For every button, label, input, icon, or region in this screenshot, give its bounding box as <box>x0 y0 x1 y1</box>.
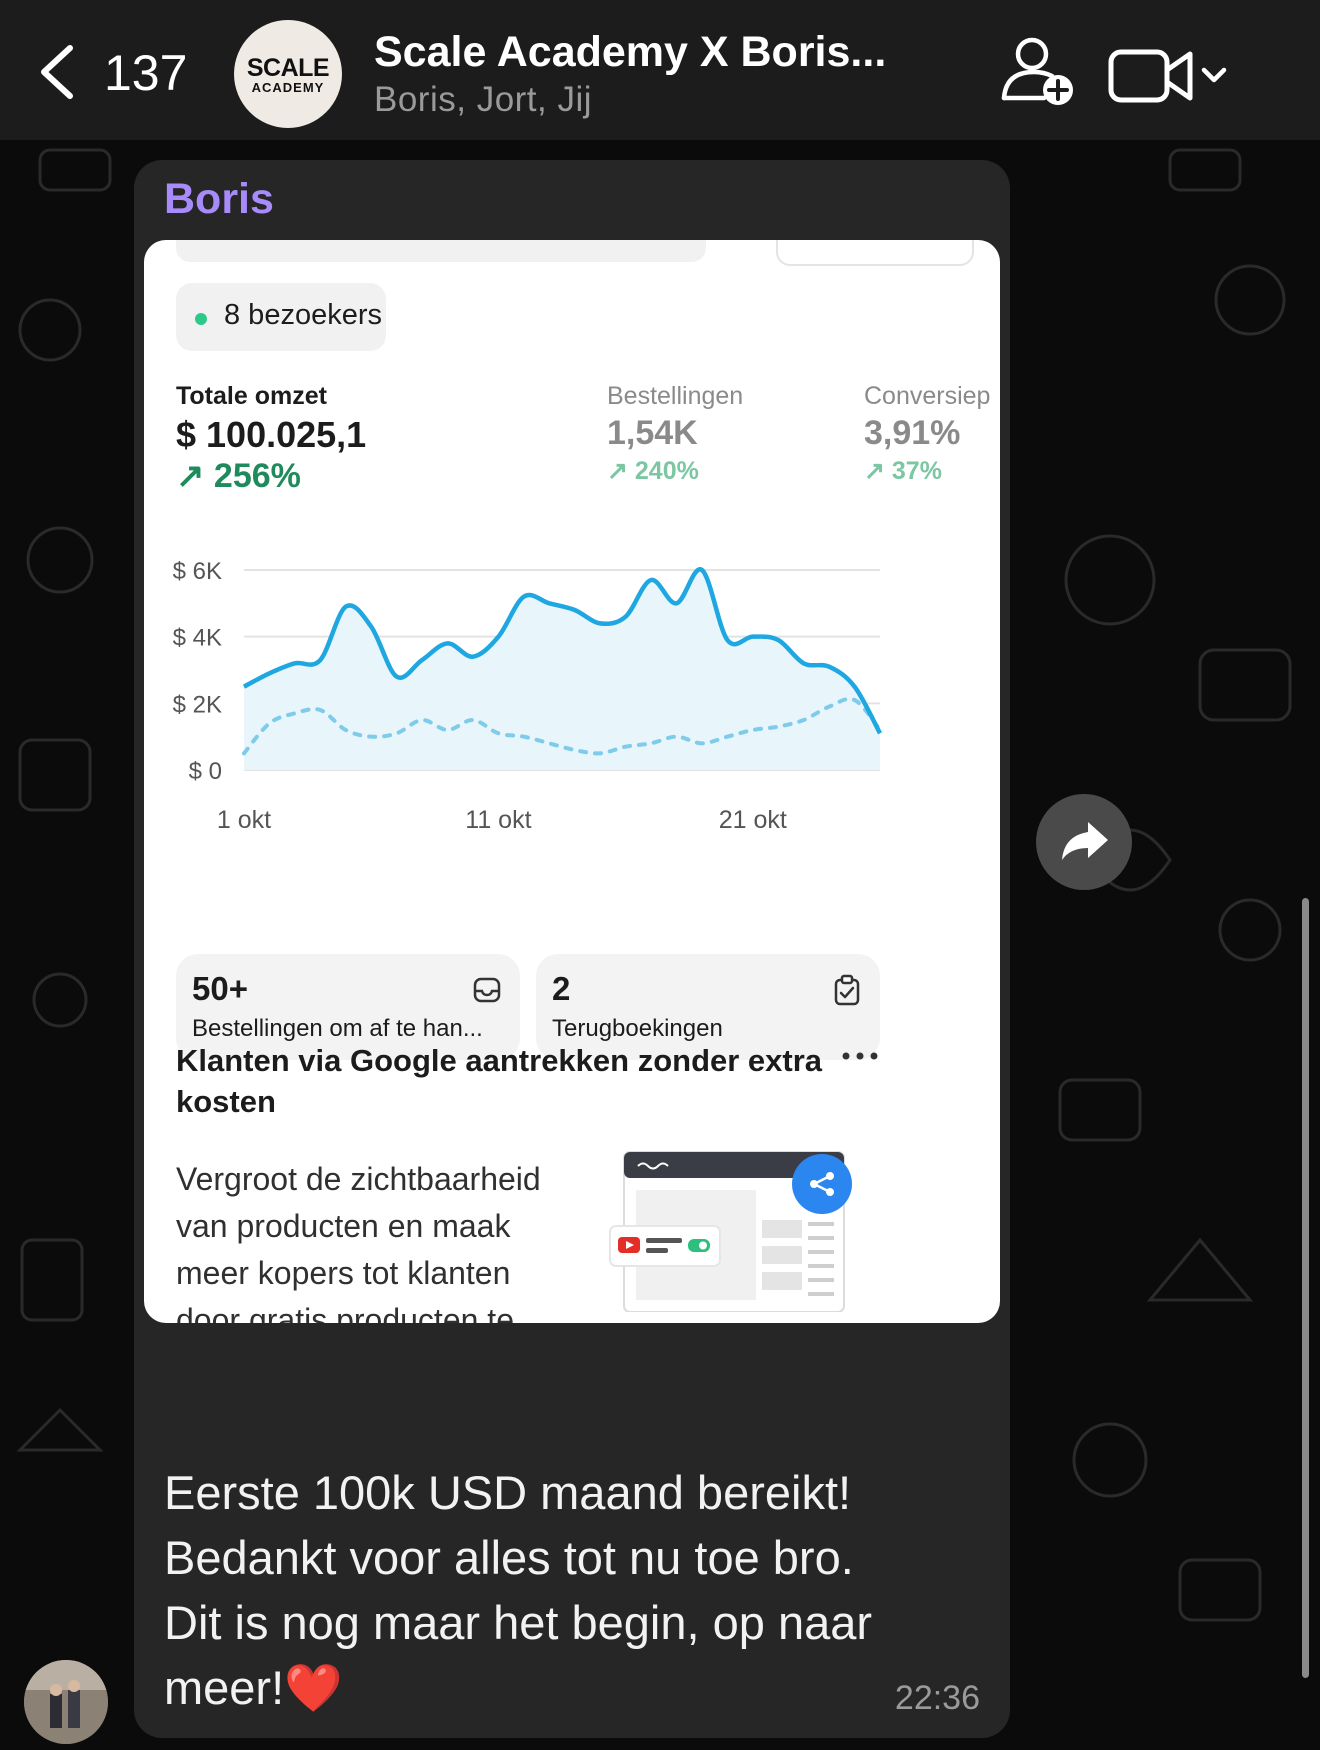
promo-illustration <box>609 1151 852 1312</box>
metric-value-revenue: $ 100.025,1 <box>176 414 367 455</box>
metric-change-revenue: ↗ 256% <box>176 457 301 495</box>
metric-label-revenue: Totale omzet <box>176 382 327 410</box>
chat-title[interactable]: Scale Academy X Boris... <box>374 28 886 77</box>
y-tick-label: $ 0 <box>189 758 222 785</box>
sales-line-chart: $ 0 $ 2K $ 4K $ 6K 1 okt 11 okt 21 okt <box>173 558 882 834</box>
heart-emoji-icon: ❤️ <box>284 1661 343 1714</box>
visitors-label: 8 bezoekers <box>224 299 382 331</box>
avatar-photo <box>24 1660 108 1744</box>
promo-body-line: van producten en maak <box>176 1208 511 1244</box>
x-tick-label: 21 okt <box>719 806 787 834</box>
message-timestamp: 22:36 <box>894 1679 980 1717</box>
unread-count[interactable]: 137 <box>104 44 187 102</box>
metric-change-conversion: ↗ 37% <box>864 457 942 485</box>
sender-name[interactable]: Boris <box>164 175 274 224</box>
group-logo-text: SCALE <box>246 54 330 82</box>
sender-avatar[interactable] <box>24 1660 108 1744</box>
date-range-pill <box>176 240 706 262</box>
message-text: Eerste 100k USD maand bereikt! Bedankt v… <box>164 1460 984 1720</box>
visitors-badge: 8 bezoekers <box>176 283 386 351</box>
forward-arrow-icon <box>1062 822 1108 860</box>
metric-value-conversion: 3,91% <box>864 414 961 452</box>
card-value: 50+ <box>192 970 248 1007</box>
metric-value-orders: 1,54K <box>607 414 698 452</box>
promo-title: Klanten via Google aantrekken zonder ext… <box>176 1043 823 1119</box>
forward-button[interactable] <box>1036 794 1132 890</box>
metric-label-orders: Bestellingen <box>607 382 744 410</box>
video-call-icon[interactable] <box>1108 46 1232 106</box>
metric-label-conversion: Conversiep <box>864 382 991 410</box>
promo-body-line: Vergroot de zichtbaarheid <box>176 1161 541 1197</box>
live-dot-icon <box>195 313 207 325</box>
message-last-line: meer!❤️ <box>164 1655 984 1720</box>
card-label: Terugboekingen <box>552 1015 723 1042</box>
message-line: Bedankt voor alles tot nu toe bro. <box>164 1531 854 1584</box>
shared-screenshot[interactable]: 8 bezoekers Totale omzet $ 100.025,1 ↗ 2… <box>144 240 1000 1323</box>
report-button <box>776 240 974 266</box>
chat-participants[interactable]: Boris, Jort, Jij <box>374 80 592 120</box>
promo-body-line: door gratis producten te <box>176 1302 514 1323</box>
metric-change-orders: ↗ 240% <box>607 457 699 485</box>
chat-header: 137 SCALE ACADEMY Scale Academy X Boris.… <box>0 0 1320 140</box>
group-logo-subtext: ACADEMY <box>251 80 325 95</box>
more-options-icon[interactable] <box>840 1046 880 1066</box>
y-tick-label: $ 2K <box>173 691 222 718</box>
y-tick-label: $ 4K <box>173 625 222 652</box>
message-line: Dit is nog maar het begin, op naar <box>164 1596 873 1649</box>
scrollbar[interactable] <box>1302 898 1309 1678</box>
card-label: Bestellingen om af te han... <box>192 1015 483 1042</box>
clipboard-check-icon <box>834 974 860 1006</box>
x-tick-label: 1 okt <box>217 806 271 834</box>
message-line: Eerste 100k USD maand bereikt! <box>164 1466 852 1519</box>
add-participant-icon[interactable] <box>1000 34 1080 110</box>
y-tick-label: $ 6K <box>173 558 222 585</box>
back-arrow-icon[interactable] <box>34 42 84 102</box>
promo-body-line: meer kopers tot klanten <box>176 1255 511 1291</box>
series-area-fill <box>244 569 880 770</box>
group-avatar[interactable]: SCALE ACADEMY <box>234 20 342 128</box>
x-tick-label: 11 okt <box>465 806 531 834</box>
card-value: 2 <box>552 970 571 1007</box>
promo-body: Vergroot de zichtbaarheid van producten … <box>176 1156 596 1323</box>
message-line: meer! <box>164 1661 285 1714</box>
message-bubble[interactable]: Boris 8 bezoekers Totale omzet $ 100.025… <box>134 160 1010 1738</box>
inbox-icon <box>473 977 501 1003</box>
